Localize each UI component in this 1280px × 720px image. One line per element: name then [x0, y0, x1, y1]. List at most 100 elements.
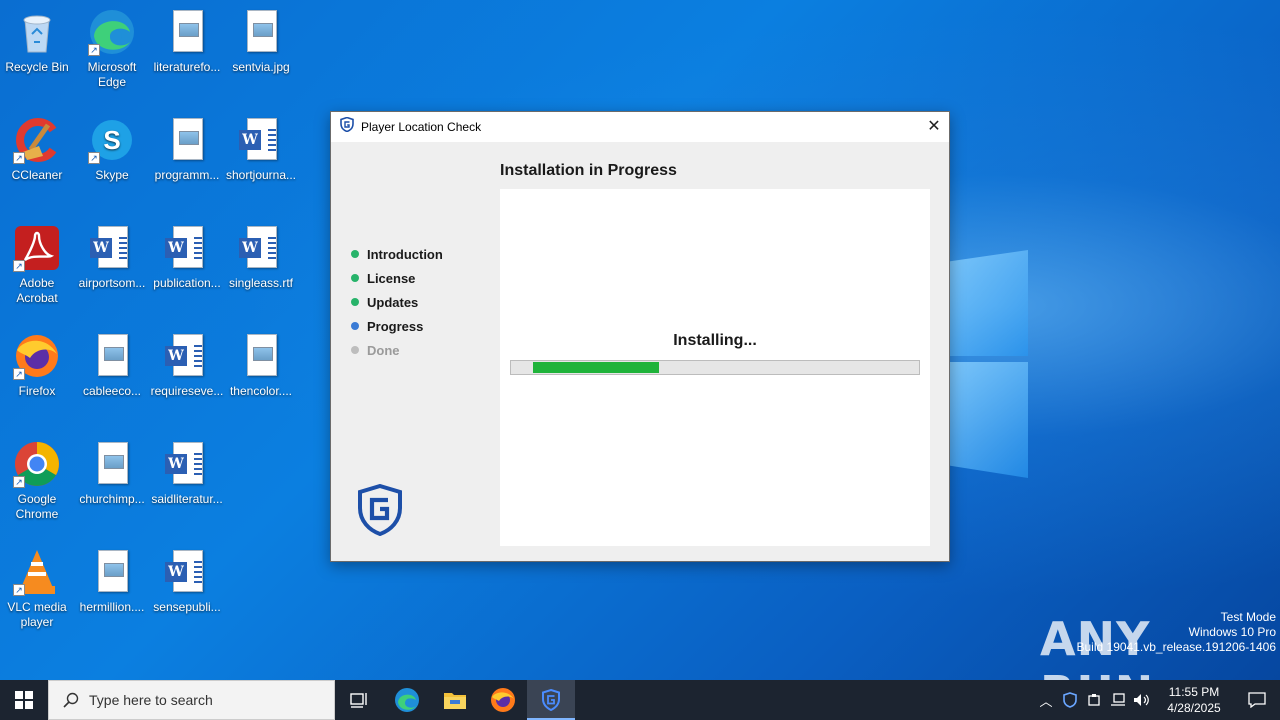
shield-icon	[542, 689, 560, 711]
action-center-button[interactable]	[1234, 680, 1280, 720]
desktop-icon[interactable]: sentvia.jpg	[223, 8, 299, 108]
desktop-icon-label: sentvia.jpg	[232, 60, 290, 74]
desktop-icon-label: Firefox	[18, 384, 56, 398]
shortcut-arrow-icon: ↗	[13, 260, 25, 272]
desktop-icon-label: Microsoft Edge	[87, 60, 137, 89]
dialog-titlebar[interactable]: Player Location Check ✕	[331, 112, 949, 142]
desktop-icon[interactable]: ↗ Google Chrome	[0, 440, 75, 540]
image-file-icon	[163, 8, 211, 56]
edge-icon: ↗	[88, 8, 136, 56]
shield-icon	[340, 116, 354, 137]
installer-dialog: Player Location Check ✕ Installation in …	[330, 111, 950, 562]
app-logo	[357, 483, 403, 541]
skype-icon: S ↗	[88, 116, 136, 164]
desktop-icon[interactable]: S ↗ Skype	[74, 116, 150, 216]
shield-icon	[1063, 692, 1077, 708]
desktop-icon[interactable]: ↗ VLC media player	[0, 548, 75, 648]
desktop-icon[interactable]: Wsaidliteratur...	[149, 440, 225, 540]
desktop-icon-label: publication...	[153, 276, 221, 290]
desktop-icon[interactable]: thencolor....	[223, 332, 299, 432]
clock-date: 4/28/2025	[1167, 701, 1221, 715]
taskbar-search-box[interactable]: Type here to search	[48, 680, 335, 720]
image-file-icon	[88, 332, 136, 380]
network-button[interactable]	[1106, 680, 1130, 720]
step-label: Progress	[367, 318, 424, 334]
desktop-icon[interactable]: programm...	[149, 116, 225, 216]
progress-bar	[510, 360, 920, 375]
step-status-dot	[351, 298, 359, 306]
desktop-icon[interactable]: literaturefo...	[149, 8, 225, 108]
windows-start-icon	[15, 691, 33, 709]
desktop-icon-label: requireseve...	[150, 384, 224, 398]
progress-bar-fill	[533, 362, 659, 373]
show-hidden-icons-button[interactable]: ︿	[1034, 680, 1058, 720]
desktop-icon[interactable]: ↗ CCleaner	[0, 116, 75, 216]
image-file-icon	[237, 332, 285, 380]
desktop-icon[interactable]: Wsensepubli...	[149, 548, 225, 648]
desktop-icon[interactable]: Wrequireseve...	[149, 332, 225, 432]
acrobat-icon: ↗	[13, 224, 61, 272]
close-icon: ✕	[927, 118, 941, 135]
firefox-icon	[491, 688, 515, 712]
step-done: Done	[351, 338, 443, 362]
word-file-icon: W	[237, 224, 285, 272]
search-icon	[63, 692, 79, 708]
image-file-icon	[163, 116, 211, 164]
desktop-icon-label: Google Chrome	[15, 492, 59, 521]
start-button[interactable]	[0, 680, 48, 720]
watermark-line-2: Windows 10 Pro	[1188, 625, 1276, 639]
desktop-icon-label: Adobe Acrobat	[16, 276, 58, 305]
task-view-button[interactable]	[335, 680, 383, 720]
step-label: Done	[367, 342, 400, 358]
taskbar-file-explorer[interactable]	[431, 680, 479, 720]
desktop-icon-label: churchimp...	[79, 492, 145, 506]
step-status-dot	[351, 274, 359, 282]
dialog-title: Player Location Check	[361, 120, 482, 134]
shortcut-arrow-icon: ↗	[13, 152, 25, 164]
tray-device-button[interactable]	[1082, 680, 1106, 720]
taskbar-player-location-check[interactable]	[527, 680, 575, 720]
desktop-icon[interactable]: ↗ Adobe Acrobat	[0, 224, 75, 324]
step-status-dot	[351, 250, 359, 258]
word-file-icon: W	[237, 116, 285, 164]
desktop-icon[interactable]: churchimp...	[74, 440, 150, 540]
word-file-icon: W	[163, 440, 211, 488]
desktop-icon[interactable]: Wshortjourna...	[223, 116, 299, 216]
desktop-icon-label: Recycle Bin	[5, 60, 69, 74]
volume-button[interactable]	[1130, 680, 1154, 720]
step-license: License	[351, 266, 443, 290]
ccleaner-icon: ↗	[13, 116, 61, 164]
firefox-icon: ↗	[13, 332, 61, 380]
close-button[interactable]: ✕	[919, 112, 949, 142]
shortcut-arrow-icon: ↗	[88, 44, 100, 56]
windows-watermark: Test Mode Windows 10 Pro Build 19041.vb_…	[1077, 610, 1277, 655]
shortcut-arrow-icon: ↗	[13, 476, 25, 488]
taskbar-firefox[interactable]	[479, 680, 527, 720]
image-file-icon	[88, 548, 136, 596]
tray-app-button[interactable]	[1058, 680, 1082, 720]
taskbar-edge[interactable]	[383, 680, 431, 720]
windows-wallpaper-logo	[940, 240, 1030, 480]
clock[interactable]: 11:55 PM 4/28/2025	[1154, 684, 1234, 716]
clock-time: 11:55 PM	[1168, 685, 1220, 699]
status-text: Installing...	[673, 332, 757, 349]
image-file-icon	[88, 440, 136, 488]
desktop-icon-label: Skype	[95, 168, 129, 182]
desktop-icon[interactable]: Recycle Bin	[0, 8, 75, 108]
desktop-icon-label: airportsom...	[78, 276, 146, 290]
step-label: License	[367, 270, 416, 286]
desktop-icon[interactable]: hermillion....	[74, 548, 150, 648]
desktop-icon[interactable]: Wairportsom...	[74, 224, 150, 324]
desktop-icon-label: programm...	[154, 168, 220, 182]
desktop-icon[interactable]: ↗ Microsoft Edge	[74, 8, 150, 108]
desktop-icon[interactable]: Wsingleass.rtf	[223, 224, 299, 324]
volume-icon	[1134, 694, 1149, 706]
desktop-icon[interactable]: cableeco...	[74, 332, 150, 432]
desktop-icon[interactable]: Wpublication...	[149, 224, 225, 324]
desktop-icon-label: singleass.rtf	[228, 276, 294, 290]
desktop-icon-label: CCleaner	[11, 168, 63, 182]
desktop-icon[interactable]: ↗ Firefox	[0, 332, 75, 432]
shortcut-arrow-icon: ↗	[13, 584, 25, 596]
notification-icon	[1248, 692, 1266, 708]
system-tray: ︿ 11:55 PM 4/28/2025	[1034, 680, 1280, 720]
